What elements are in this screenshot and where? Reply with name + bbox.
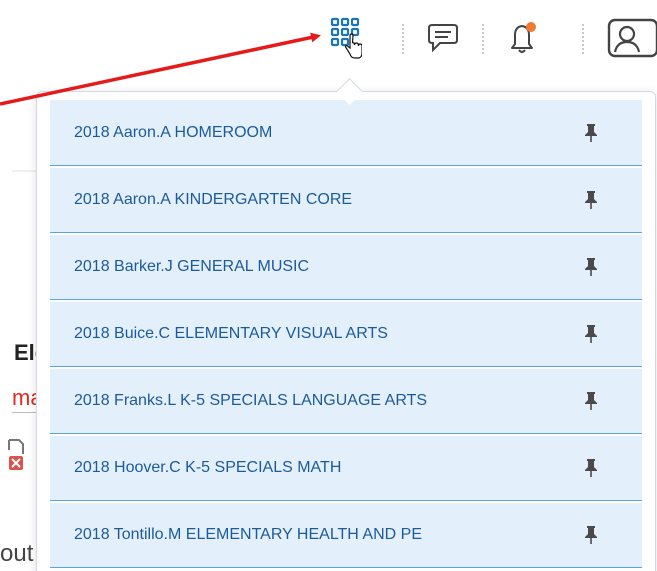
course-link[interactable]: 2018 Buice.C ELEMENTARY VISUAL ARTS [74,325,388,343]
pin-icon[interactable] [584,324,598,344]
course-link[interactable]: 2018 Hoover.C K-5 SPECIALS MATH [74,459,341,477]
nav-divider [402,24,404,54]
notification-bell-icon [511,22,536,53]
course-selector-button[interactable] [330,17,362,59]
course-item[interactable]: 2018 Aaron.A HOMEROOM [50,100,642,166]
course-list: 2018 Aaron.A HOMEROOM 2018 Aaron.A KINDE… [50,100,642,570]
page-text: out [0,540,34,567]
notification-dot [526,22,536,32]
user-profile-button[interactable] [607,18,657,58]
pin-icon[interactable] [584,525,598,545]
course-link[interactable]: 2018 Aaron.A KINDERGARTEN CORE [74,191,352,209]
top-navigation-bar [0,0,657,82]
notifications-button[interactable] [505,18,541,58]
course-link[interactable]: 2018 Franks.L K-5 SPECIALS LANGUAGE ARTS [74,392,427,410]
user-profile-icon [607,18,657,58]
course-link[interactable]: 2018 Aaron.A HOMEROOM [74,124,272,142]
page: Ele ma a out [0,0,657,571]
course-item[interactable]: 2018 Hoover.C K-5 SPECIALS MATH [50,436,642,501]
course-item[interactable]: 2018 Barker.J GENERAL MUSIC [50,235,642,300]
hand-cursor-icon [344,33,362,59]
nav-divider [482,24,484,54]
course-link[interactable]: 2018 Tontillo.M ELEMENTARY HEALTH AND PE [74,526,422,544]
pin-icon[interactable] [584,391,598,411]
nav-divider [582,24,584,54]
pin-icon[interactable] [584,458,598,478]
file-error-icon[interactable] [6,438,28,474]
pin-icon[interactable] [584,257,598,277]
course-selector-icon [330,17,362,59]
course-item[interactable]: 2018 Franks.L K-5 SPECIALS LANGUAGE ARTS [50,369,642,434]
course-item[interactable]: 2018 Buice.C ELEMENTARY VISUAL ARTS [50,302,642,367]
course-item[interactable]: 2018 Tontillo.M ELEMENTARY HEALTH AND PE [50,503,642,568]
pin-icon[interactable] [584,190,598,210]
message-icon [428,24,458,53]
message-alerts-button[interactable] [425,18,461,58]
course-link[interactable]: 2018 Barker.J GENERAL MUSIC [74,258,309,276]
course-item[interactable]: 2018 Aaron.A KINDERGARTEN CORE [50,168,642,233]
pin-icon[interactable] [584,123,598,143]
course-selector-dropdown: 2018 Aaron.A HOMEROOM 2018 Aaron.A KINDE… [36,91,656,571]
